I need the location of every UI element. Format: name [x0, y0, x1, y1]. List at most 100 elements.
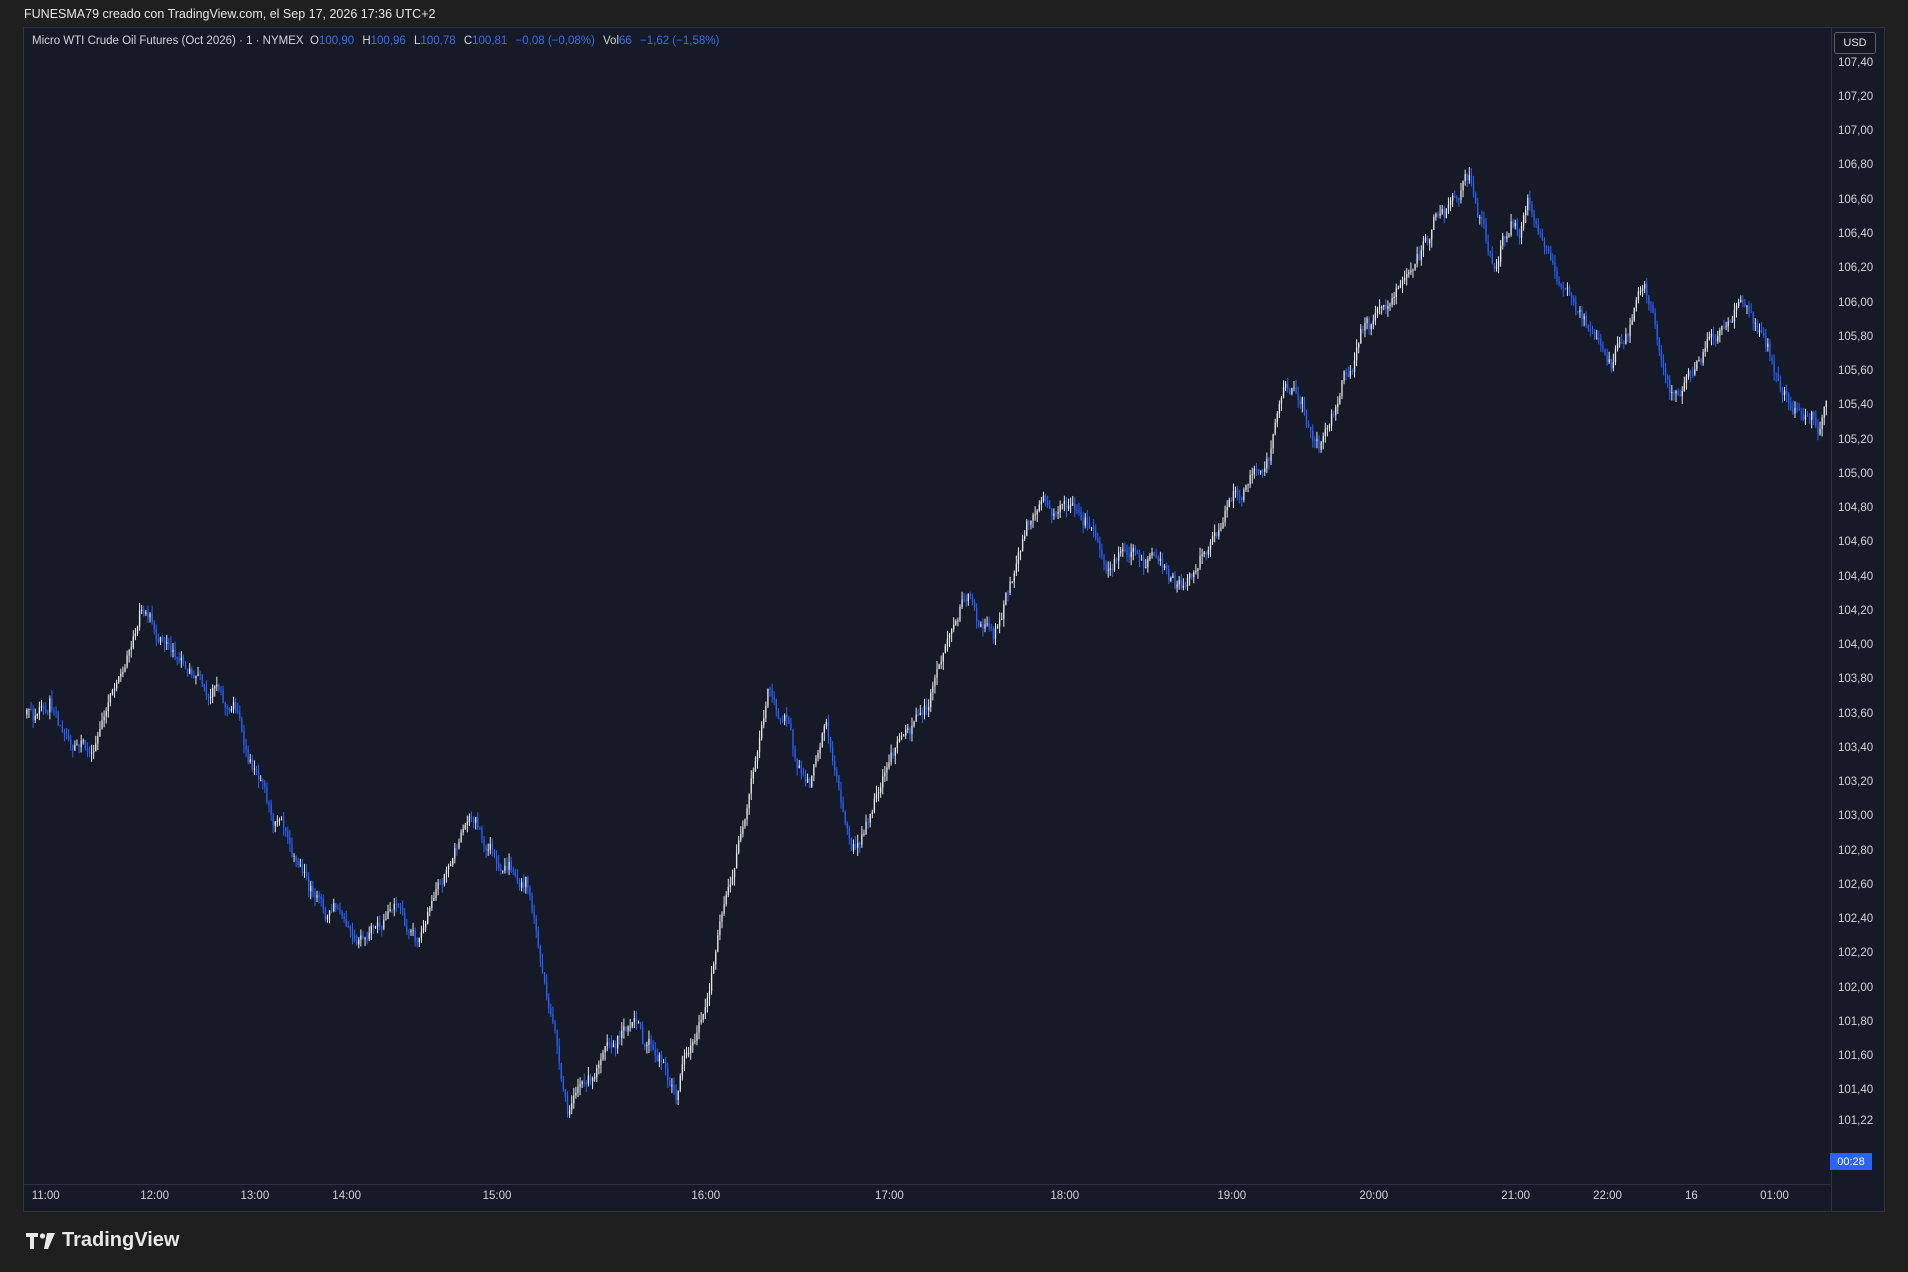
- candle-body: [51, 698, 53, 711]
- candle-body: [404, 912, 406, 926]
- candle-body: [1324, 428, 1326, 437]
- candle-body: [1007, 592, 1009, 594]
- candle-body: [362, 935, 364, 940]
- candle-body: [1502, 236, 1504, 246]
- candle-body: [1222, 522, 1224, 529]
- candle-body: [1600, 338, 1602, 346]
- candle-body: [1771, 356, 1773, 361]
- candle-body: [195, 676, 197, 678]
- candle-body: [255, 768, 258, 772]
- candle-body: [163, 640, 166, 644]
- candle-body: [26, 709, 28, 715]
- time-tick-label: 18:00: [1050, 1190, 1080, 1202]
- candle-body: [416, 941, 418, 943]
- price-tick-label: 103,20: [1838, 776, 1874, 789]
- candle-body: [1247, 484, 1249, 486]
- candle-body: [1639, 290, 1642, 292]
- candle-body: [1224, 510, 1226, 523]
- candle-body: [489, 843, 491, 850]
- candle-body: [1132, 548, 1134, 552]
- candle-body: [180, 657, 183, 661]
- candle-body: [1414, 264, 1416, 270]
- candle-body: [1099, 540, 1101, 550]
- candle-body: [197, 673, 199, 677]
- candle-body: [1618, 342, 1621, 344]
- candle-body: [840, 789, 842, 803]
- candle-body: [1253, 468, 1255, 475]
- candle-body: [907, 728, 909, 730]
- candle-body: [153, 622, 155, 630]
- candle-body: [1758, 330, 1761, 333]
- candle-body: [602, 1052, 604, 1060]
- candle-body: [201, 674, 203, 685]
- candle-body: [1124, 549, 1126, 551]
- candle-body: [1525, 210, 1527, 216]
- candle-body: [959, 606, 961, 621]
- candle-body: [1399, 284, 1402, 288]
- candlestick-chart[interactable]: [24, 28, 1831, 1184]
- candle-body: [1228, 499, 1230, 508]
- candle-body: [1391, 298, 1393, 305]
- candle-body: [1721, 326, 1723, 331]
- candle-body: [1445, 208, 1448, 218]
- candle-body: [1416, 253, 1418, 265]
- candle-body: [1683, 382, 1686, 392]
- candle-body: [1270, 448, 1272, 461]
- candle-body: [293, 856, 295, 858]
- candle-body: [435, 889, 437, 899]
- candle-body: [126, 655, 128, 668]
- candle-body: [40, 706, 43, 708]
- candle-body: [558, 1045, 560, 1064]
- candle-body: [1378, 307, 1381, 309]
- candle-body: [274, 821, 276, 826]
- candle-body: [1802, 412, 1804, 420]
- candle-body: [86, 748, 89, 750]
- candle-body: [1326, 428, 1329, 430]
- candle-body: [470, 816, 473, 819]
- candle-body: [1115, 559, 1118, 561]
- candle-body: [1305, 410, 1308, 425]
- candle-body: [1729, 321, 1731, 323]
- candle-body: [155, 629, 157, 640]
- plot-area[interactable]: [24, 28, 1831, 1184]
- price-tick-label: 101,60: [1838, 1050, 1874, 1063]
- candle-body: [1435, 213, 1437, 218]
- symbol-legend[interactable]: Micro WTI Crude Oil Futures (Oct 2026) ·…: [32, 35, 719, 47]
- candle-body: [809, 778, 811, 788]
- candle-body: [1213, 532, 1216, 537]
- candle-body: [1140, 559, 1143, 561]
- candle-body: [203, 684, 205, 689]
- candle-body: [266, 787, 268, 803]
- candle-body: [815, 758, 817, 765]
- candle-body: [1742, 300, 1744, 304]
- candle-body: [1756, 322, 1759, 333]
- candle-body: [520, 882, 523, 888]
- candle-body: [1021, 539, 1024, 552]
- candle-body: [527, 876, 529, 888]
- candle-body: [143, 609, 145, 614]
- candle-body: [986, 623, 988, 625]
- candle-body: [1788, 393, 1790, 403]
- candle-body: [625, 1026, 627, 1031]
- candle-body: [1790, 402, 1792, 410]
- candle-body: [1257, 469, 1260, 473]
- chart-frame[interactable]: Micro WTI Crude Oil Futures (Oct 2026) ·…: [23, 27, 1885, 1212]
- tradingview-logo[interactable]: TradingView: [26, 1229, 179, 1252]
- candle-body: [921, 712, 924, 715]
- time-axis[interactable]: [24, 1184, 1831, 1212]
- candle-body: [1059, 504, 1061, 512]
- candle-body: [1443, 209, 1445, 218]
- candle-body: [349, 926, 352, 931]
- currency-button[interactable]: USD: [1834, 32, 1876, 54]
- candle-body: [406, 925, 408, 932]
- price-tick-label: 101,22: [1838, 1115, 1874, 1128]
- candle-body: [1744, 303, 1746, 307]
- candle-body: [984, 624, 986, 629]
- candle-body: [953, 624, 955, 630]
- candle-body: [923, 705, 926, 715]
- candle-body: [1529, 197, 1531, 205]
- candle-body: [1262, 470, 1264, 472]
- candle-body: [884, 772, 886, 777]
- candle-body: [316, 895, 318, 898]
- candle-body: [1044, 495, 1047, 502]
